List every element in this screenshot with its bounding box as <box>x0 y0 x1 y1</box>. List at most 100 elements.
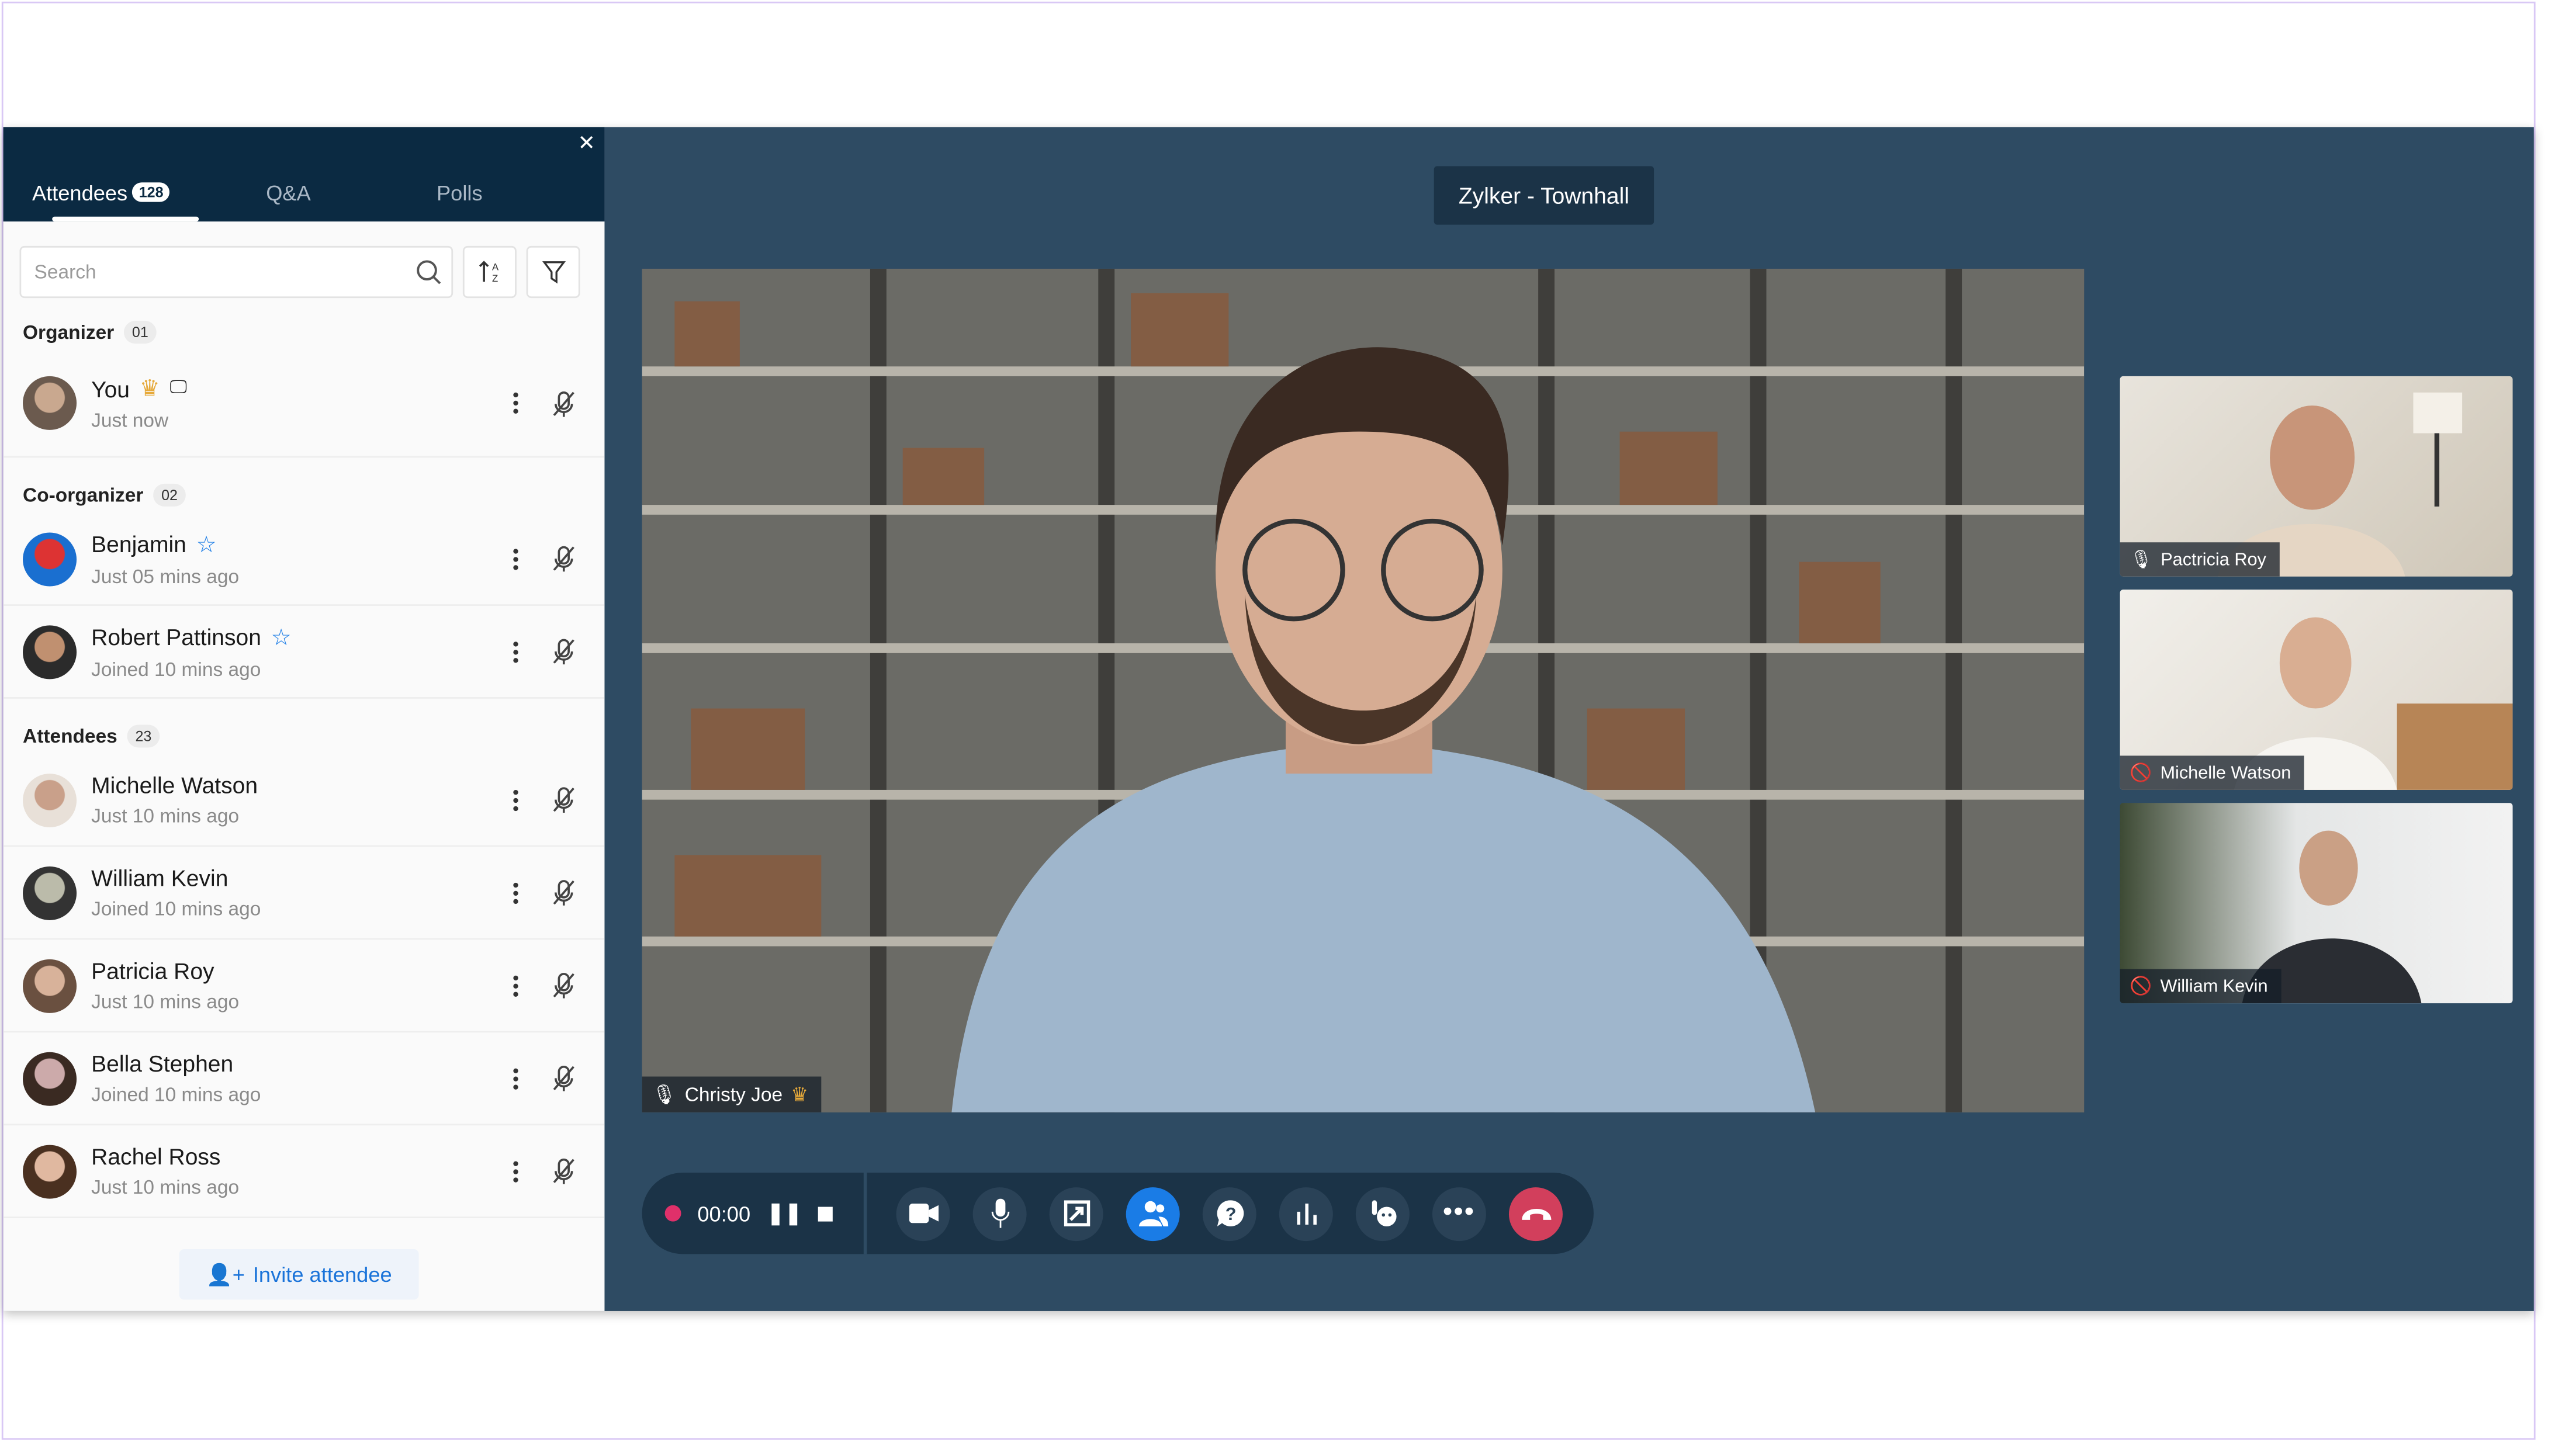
tab-qa[interactable]: Q&A <box>199 163 378 221</box>
sort-az-icon: AZ <box>478 261 498 284</box>
more-options-icon[interactable] <box>507 640 523 663</box>
speaker-name: Christy Joe <box>684 1083 783 1106</box>
close-panel-button[interactable]: ✕ <box>575 130 598 157</box>
attendee-row[interactable]: Bella Stephen Joined 10 mins ago <box>3 1032 605 1126</box>
attendee-name: Patricia Roy <box>91 958 214 984</box>
attendee-status: Joined 10 mins ago <box>91 657 261 680</box>
mic-muted-icon[interactable] <box>552 546 575 572</box>
svg-text:?: ? <box>1224 1204 1235 1224</box>
participant-name: Pactricia Roy <box>2161 549 2266 570</box>
participant-tile[interactable]: 🚫 Michelle Watson <box>2120 590 2513 790</box>
section-header: Attendees 23 <box>4 718 605 754</box>
attendee-row[interactable]: Rachel Ross Just 10 mins ago <box>3 1125 605 1219</box>
attendees-panel: ✕ Attendees128 Q&A Polls AZ Organizer01 … <box>3 127 605 1311</box>
invite-attendee-button[interactable]: 👤+ Invite attendee <box>179 1249 419 1300</box>
webinar-app: ✕ Attendees128 Q&A Polls AZ Organizer01 … <box>3 127 2534 1311</box>
attendee-status: Just 10 mins ago <box>91 1176 240 1199</box>
panel-header: ✕ Attendees 128 Q&A Polls <box>3 127 605 222</box>
attendee-status: Joined 10 mins ago <box>91 1083 261 1106</box>
more-options-icon[interactable] <box>507 882 523 903</box>
filter-icon <box>541 261 565 284</box>
speaker-label: 🎙 Christy Joe ♛ <box>642 1076 822 1112</box>
mic-muted-icon[interactable] <box>552 972 575 999</box>
attendee-row[interactable]: Robert Pattinson ☆ Joined 10 mins ago <box>3 606 605 699</box>
attendee-count-badge: 128 <box>132 182 170 202</box>
attendee-status: Just now <box>91 408 169 432</box>
more-options-button[interactable]: ••• <box>1432 1186 1486 1240</box>
more-options-icon[interactable] <box>507 392 523 414</box>
more-options-icon[interactable] <box>507 547 523 570</box>
attendee-status: Just 10 mins ago <box>91 990 240 1013</box>
bar-chart-icon <box>1296 1203 1316 1225</box>
mic-muted-icon[interactable] <box>552 786 575 813</box>
star-icon: ☆ <box>196 530 217 556</box>
sort-button[interactable]: AZ <box>462 245 517 299</box>
section-title: Organizer <box>23 321 115 344</box>
participant-tile[interactable]: 🚫 William Kevin <box>2120 803 2513 1004</box>
hang-up-icon <box>1521 1209 1551 1220</box>
participants-button[interactable] <box>1126 1186 1180 1240</box>
more-options-icon[interactable] <box>507 975 523 996</box>
mic-muted-icon[interactable] <box>552 390 575 417</box>
speaker-video-image <box>642 268 2085 1112</box>
presenter-icon: 🖵 <box>169 377 188 398</box>
avatar <box>23 772 77 827</box>
reactions-button[interactable] <box>1355 1186 1410 1240</box>
tab-attendees[interactable]: Attendees 128 <box>4 163 199 222</box>
camera-button[interactable] <box>896 1186 950 1240</box>
invite-label: Invite attendee <box>252 1262 392 1287</box>
tab-label: Q&A <box>266 180 311 204</box>
avatar <box>23 865 77 920</box>
qa-button[interactable]: ? <box>1202 1186 1256 1240</box>
stop-recording-button[interactable] <box>818 1206 833 1221</box>
participant-tile[interactable]: 🎙 Pactricia Roy <box>2120 376 2513 577</box>
recording-controls: 00:00 ❚❚ <box>642 1172 867 1254</box>
crown-icon: ♛ <box>139 375 160 401</box>
mic-muted-icon[interactable] <box>552 1065 575 1091</box>
attendee-row[interactable]: William Kevin Joined 10 mins ago <box>3 847 605 940</box>
more-options-icon[interactable] <box>507 1160 523 1182</box>
attendee-row[interactable]: You ♛ 🖵 Just now <box>3 350 605 458</box>
attendee-row[interactable]: Benjamin ☆ Just 05 mins ago <box>3 513 605 606</box>
section-count: 23 <box>127 724 160 748</box>
section-title: Co-organizer <box>23 483 144 507</box>
mic-muted-icon[interactable] <box>552 639 575 665</box>
main-video: 🎙 Christy Joe ♛ <box>642 268 2085 1112</box>
avatar <box>23 376 77 430</box>
avatar <box>23 1144 77 1198</box>
share-screen-icon <box>1063 1200 1089 1226</box>
share-screen-button[interactable] <box>1049 1186 1103 1240</box>
participant-name: William Kevin <box>2160 976 2268 996</box>
participant-name: Michelle Watson <box>2160 762 2291 783</box>
mic-muted-icon[interactable] <box>552 879 575 906</box>
attendee-name: William Kevin <box>91 865 229 891</box>
attendee-name: Robert Pattinson <box>91 623 261 650</box>
video-camera-icon <box>908 1203 938 1223</box>
raise-hand-emoji-icon <box>1371 1200 1396 1226</box>
svg-text:A: A <box>491 262 498 273</box>
more-options-icon[interactable] <box>507 789 523 810</box>
crown-icon: ♛ <box>791 1083 809 1106</box>
microphone-button[interactable] <box>972 1186 1027 1240</box>
pause-recording-button[interactable]: ❚❚ <box>767 1200 802 1226</box>
star-icon: ☆ <box>271 623 292 649</box>
microphone-icon <box>991 1198 1009 1228</box>
polls-button[interactable] <box>1279 1186 1333 1240</box>
end-call-button[interactable] <box>1508 1186 1563 1240</box>
tab-polls[interactable]: Polls <box>378 163 541 221</box>
call-controls: 00:00 ❚❚ ? ••• <box>642 1172 1594 1254</box>
avatar <box>23 958 77 1013</box>
mic-muted-icon[interactable] <box>552 1158 575 1184</box>
section-header: Co-organizer 02 <box>4 477 605 513</box>
search-icon[interactable] <box>416 259 442 285</box>
more-options-icon[interactable] <box>507 1067 523 1089</box>
add-user-icon: 👤+ <box>206 1261 245 1286</box>
recording-timer: 00:00 <box>697 1201 751 1226</box>
attendee-row[interactable]: Patricia Roy Just 10 mins ago <box>3 940 605 1033</box>
meeting-title: Zylker - Townhall <box>1434 166 1654 225</box>
filter-button[interactable] <box>526 245 580 299</box>
tab-label: Polls <box>437 180 483 204</box>
avatar <box>23 625 77 678</box>
attendee-row[interactable]: Michelle Watson Just 10 mins ago <box>3 754 605 847</box>
search-input[interactable] <box>34 261 416 284</box>
